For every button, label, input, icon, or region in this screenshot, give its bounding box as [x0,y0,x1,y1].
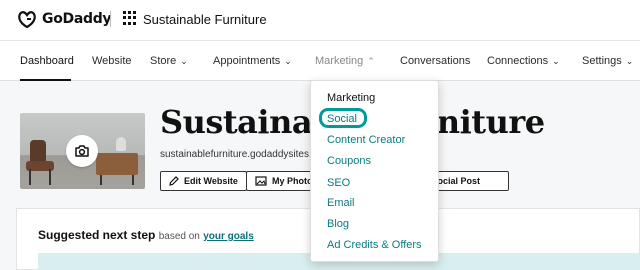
edit-website-button[interactable]: Edit Website [160,171,247,191]
godaddy-logo-icon [18,11,36,29]
brand-name: GoDaddy [42,11,112,27]
suggested-step-heading: Suggested next step based on your goals [38,228,254,242]
main-nav: Dashboard Website Store ⌄ Appointments ⌄ M… [0,40,640,81]
chevron-down-icon: ⌄ [180,56,188,66]
nav-appointments[interactable]: Appointments ⌄ [213,55,292,67]
nav-store[interactable]: Store ⌄ [150,55,188,67]
menu-item-email[interactable]: Email [327,197,355,209]
dropdown-title: Marketing [327,92,376,104]
header-site-name[interactable]: Sustainable Furniture [143,12,267,27]
nav-connections[interactable]: Connections ⌄ [487,55,560,67]
menu-item-seo[interactable]: SEO [327,177,350,189]
chevron-down-icon: ⌄ [284,56,292,66]
menu-item-content-creator[interactable]: Content Creator [327,134,405,146]
top-bar: GoDaddy Sustainable Furniture [0,0,640,40]
godaddy-logo[interactable]: GoDaddy [16,9,112,29]
menu-item-social[interactable]: Social [327,113,357,125]
nav-conversations[interactable]: Conversations [400,55,470,67]
header-divider [110,11,111,27]
menu-item-coupons[interactable]: Coupons [327,155,371,167]
nav-dashboard[interactable]: Dashboard [20,55,74,67]
nav-marketing[interactable]: Marketing ⌃ [315,55,375,67]
nav-website[interactable]: Website [92,55,132,67]
marketing-dropdown: Marketing Social Content Creator Coupons… [310,80,439,262]
chevron-up-icon: ⌃ [367,56,375,66]
chevron-down-icon: ⌄ [625,56,634,66]
chevron-down-icon: ⌄ [552,56,560,66]
active-tab-indicator [20,79,71,81]
apps-grid-icon[interactable] [123,11,137,25]
site-url[interactable]: sustainablefurniture.godaddysites.com [160,149,331,160]
your-goals-link[interactable]: your goals [203,231,254,242]
change-photo-button[interactable] [66,135,98,167]
menu-item-ad-credits[interactable]: Ad Credits & Offers [327,239,422,251]
camera-icon [75,145,89,157]
pencil-icon [169,176,179,186]
menu-item-blog[interactable]: Blog [327,218,349,230]
nav-settings[interactable]: Settings ⌄ [582,55,633,67]
image-icon [255,176,267,186]
